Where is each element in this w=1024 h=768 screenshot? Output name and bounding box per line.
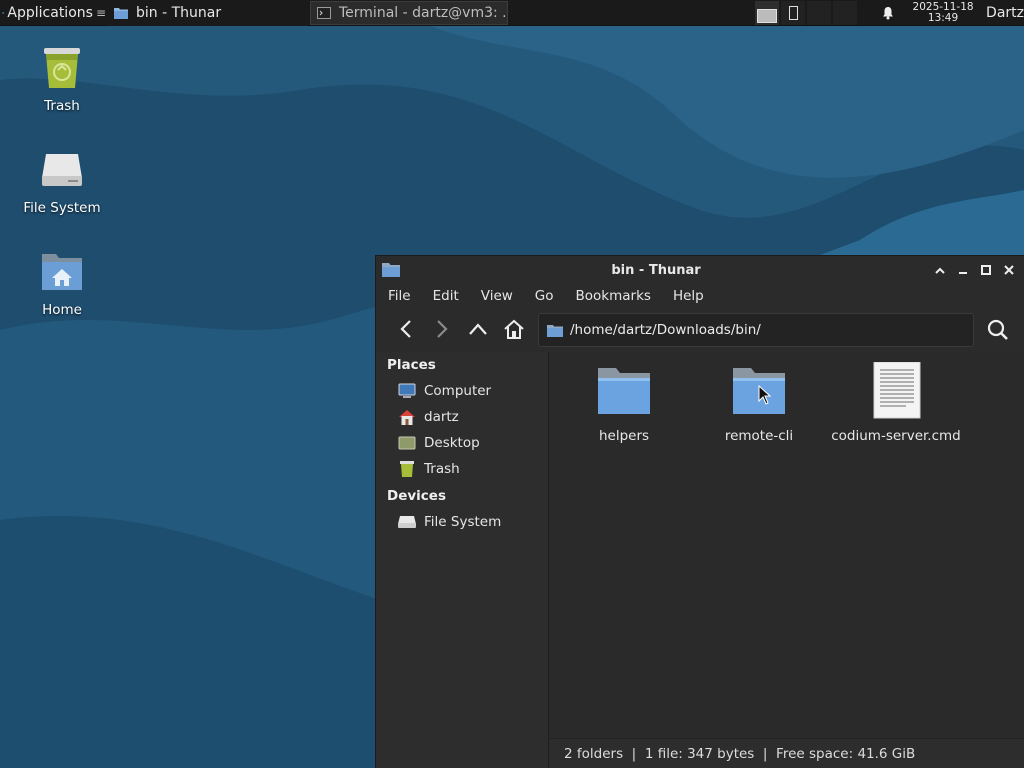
clock-date: 2025-11-18	[912, 0, 974, 13]
window-titlebar[interactable]: bin - Thunar	[376, 256, 1024, 284]
desktop-icon-label: Home	[42, 302, 82, 318]
file-item-codium-server-cmd[interactable]: codium-server.cmd	[831, 362, 961, 444]
close-icon	[1003, 265, 1014, 275]
sidebar-item-dartz[interactable]: dartz	[376, 404, 548, 430]
workspace-2[interactable]	[781, 0, 806, 25]
file-item-label: codium-server.cmd	[831, 428, 961, 444]
workspace-switcher	[754, 0, 858, 26]
maximize-icon	[980, 265, 991, 275]
computer-icon	[398, 383, 416, 398]
sidebar-item-label: Trash	[424, 461, 460, 477]
back-button[interactable]	[388, 311, 424, 347]
text-file-icon	[873, 362, 921, 419]
search-button[interactable]	[980, 312, 1016, 348]
notifications-button[interactable]	[874, 0, 902, 26]
arrow-up-icon	[469, 323, 487, 335]
sidebar: Places Computer dartz Desktop Trash Devi…	[376, 352, 549, 768]
shade-button[interactable]	[928, 260, 951, 280]
home-button[interactable]	[496, 311, 532, 347]
sidebar-item-desktop[interactable]: Desktop	[376, 430, 548, 456]
thunar-window: bin - Thunar File Edit View Go Bookmarks…	[375, 255, 1024, 768]
maximize-button[interactable]	[974, 260, 997, 280]
top-panel: Applications ≡ bin - Thunar Terminal - d…	[0, 0, 1024, 26]
drive-icon	[42, 154, 82, 186]
clock[interactable]: 2025-11-18 13:49	[906, 0, 980, 24]
minimize-icon	[958, 272, 967, 274]
desktop-icon-home[interactable]: Home	[12, 248, 112, 318]
sidebar-item-label: Desktop	[424, 435, 480, 451]
sidebar-item-label: dartz	[424, 409, 459, 425]
file-item-label: remote-cli	[724, 428, 794, 444]
file-item-label: helpers	[598, 428, 650, 444]
desktop-icon-label: File System	[23, 200, 101, 216]
file-view[interactable]: helpers remote-cli codium-server.cmd	[550, 352, 1024, 738]
location-bar[interactable]: /home/dartz/Downloads/bin/	[538, 313, 974, 347]
close-button[interactable]	[997, 260, 1020, 280]
chevron-up-icon	[934, 267, 945, 274]
menu-file[interactable]: File	[377, 288, 422, 304]
parent-folder-button[interactable]	[460, 311, 496, 347]
search-icon	[987, 319, 1008, 340]
mouse-pointer-icon	[758, 385, 772, 405]
home-icon	[399, 410, 415, 425]
sidebar-item-label: File System	[424, 514, 502, 530]
sidebar-item-trash[interactable]: Trash	[376, 456, 548, 482]
menu-edit[interactable]: Edit	[422, 288, 470, 304]
applications-label: Applications	[7, 4, 93, 21]
location-path: /home/dartz/Downloads/bin/	[570, 322, 761, 338]
applications-menu-button[interactable]: Applications ≡	[0, 0, 108, 26]
forward-button[interactable]	[424, 311, 460, 347]
home-icon	[504, 319, 524, 339]
trash-icon	[400, 461, 414, 477]
user-menu[interactable]: Dartz	[986, 5, 1024, 21]
sidebar-heading-places: Places	[387, 357, 436, 373]
sidebar-item-file-system[interactable]: File System	[376, 509, 548, 535]
desktop-icon-file-system[interactable]: File System	[12, 146, 112, 216]
trash-icon	[44, 48, 80, 88]
desktop-icon-label: Trash	[44, 98, 80, 114]
window-title: bin - Thunar	[611, 262, 701, 278]
menubar: File Edit View Go Bookmarks Help	[376, 284, 1024, 308]
drive-icon	[398, 516, 416, 528]
folder-icon	[598, 368, 650, 414]
status-bar: 2 folders | 1 file: 347 bytes | Free spa…	[550, 738, 1024, 768]
folder-icon	[114, 7, 128, 19]
taskbar-item-thunar[interactable]: bin - Thunar	[108, 0, 308, 26]
home-folder-icon	[42, 254, 82, 290]
desktop-icon	[398, 436, 416, 450]
sidebar-item-label: Computer	[424, 383, 492, 399]
arrow-right-icon	[437, 320, 448, 338]
menu-view[interactable]: View	[470, 288, 524, 304]
status-text: 2 folders | 1 file: 347 bytes | Free spa…	[564, 746, 916, 762]
workspace-4[interactable]	[833, 0, 858, 25]
menu-grip-icon: ≡	[95, 5, 106, 20]
taskbar-item-label: Terminal - dartz@vm3: ...	[339, 4, 508, 21]
menu-bookmarks[interactable]: Bookmarks	[565, 288, 662, 304]
bell-icon	[883, 6, 894, 19]
desktop-icon-trash[interactable]: Trash	[12, 44, 112, 114]
workspace-3[interactable]	[807, 0, 832, 25]
xfce-logo-icon	[2, 11, 5, 14]
folder-icon	[382, 263, 400, 277]
sidebar-heading-devices: Devices	[387, 488, 446, 504]
taskbar-item-label: bin - Thunar	[136, 4, 222, 21]
arrow-left-icon	[400, 320, 411, 338]
folder-icon	[547, 324, 563, 337]
sidebar-item-computer[interactable]: Computer	[376, 378, 548, 404]
minimize-button[interactable]	[951, 260, 974, 280]
workspace-1[interactable]	[755, 0, 780, 25]
menu-go[interactable]: Go	[524, 288, 565, 304]
file-item-helpers[interactable]: helpers	[559, 362, 689, 444]
clock-time: 13:49	[927, 11, 959, 24]
taskbar-item-terminal[interactable]: Terminal - dartz@vm3: ...	[310, 0, 508, 25]
menu-help[interactable]: Help	[662, 288, 715, 304]
toolbar: /home/dartz/Downloads/bin/	[376, 308, 1024, 350]
terminal-icon	[317, 6, 331, 19]
